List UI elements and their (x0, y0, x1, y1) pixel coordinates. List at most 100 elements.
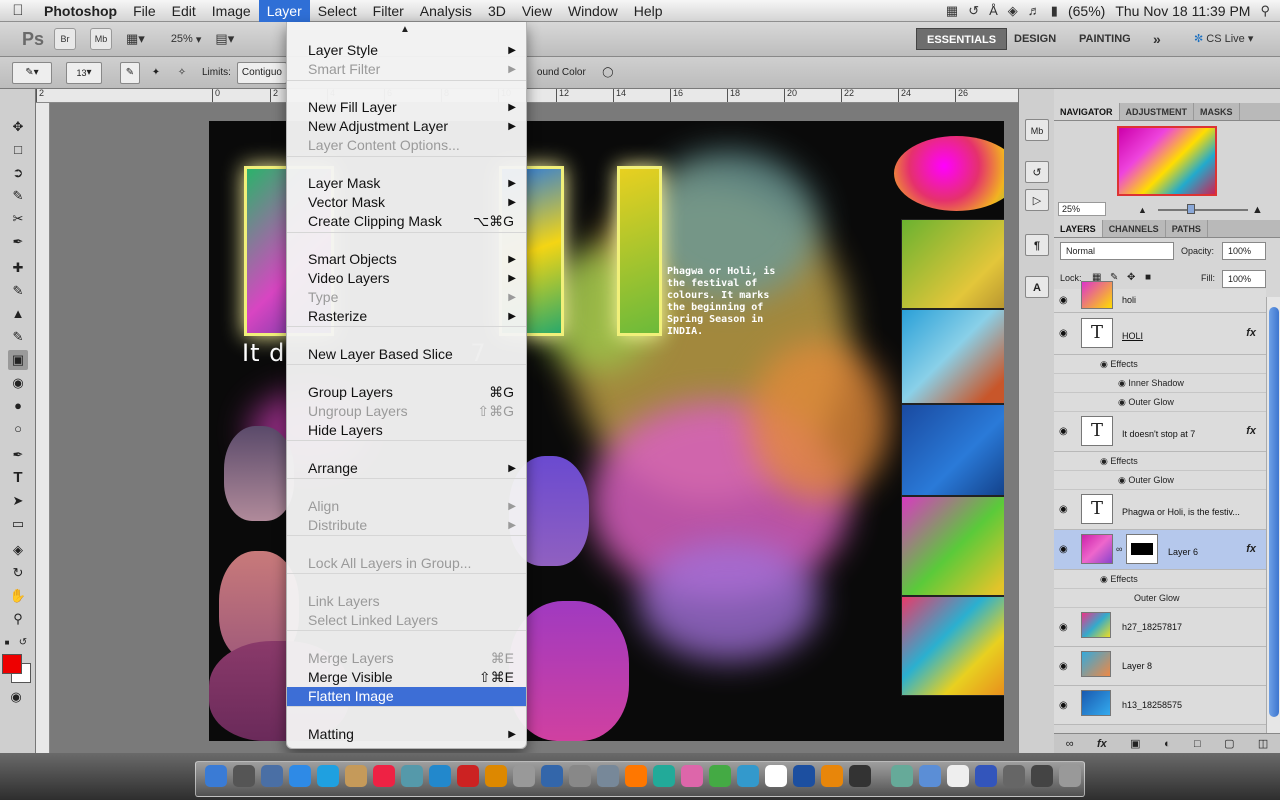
effect-row[interactable]: ◉ Outer Glow (1054, 393, 1266, 412)
menu-filter[interactable]: Filter (365, 0, 412, 22)
limits-select[interactable]: Contiguo (236, 61, 287, 84)
layer-menu-item-rasterize[interactable]: Rasterize ▶ (287, 307, 526, 326)
default-colors-icon[interactable]: ■ (2, 633, 12, 653)
menu-window[interactable]: Window (560, 0, 626, 22)
menu-3d[interactable]: 3D (480, 0, 514, 22)
character-panel-icon[interactable]: A (1025, 276, 1049, 298)
new-group-icon[interactable]: □ (1194, 738, 1201, 750)
navigator-thumbnail[interactable] (1117, 126, 1217, 196)
hand-tool-icon[interactable]: ✋ (8, 586, 28, 606)
menu-edit[interactable]: Edit (164, 0, 204, 22)
lasso-tool-icon[interactable]: ➲ (8, 163, 28, 183)
layer-row[interactable]: ◉ T It doesn't stop at 7 fx (1054, 412, 1266, 452)
visibility-eye-icon[interactable]: ◉ (1059, 700, 1068, 711)
layer-menu-item-new-layer-based-slice[interactable]: New Layer Based Slice (287, 345, 526, 364)
powerpoint-icon[interactable] (681, 765, 703, 787)
add-layer-style-icon[interactable]: fx (1097, 738, 1107, 750)
trash-icon[interactable] (1059, 765, 1081, 787)
app-menu[interactable]: Photoshop (36, 0, 125, 22)
layers-scrollbar-thumb[interactable] (1269, 307, 1279, 717)
mini-bridge-button[interactable]: Mb (90, 28, 112, 50)
blend-mode-select[interactable]: Normal (1060, 242, 1174, 260)
layer-menu-item-smart-objects[interactable]: Smart Objects ▶ (287, 250, 526, 269)
visibility-eye-icon[interactable]: ◉ (1059, 295, 1068, 306)
layer-menu-item-ungroup-layers[interactable]: Ungroup Layers ⇧⌘G (287, 402, 526, 421)
quick-mask-icon[interactable]: ◉ (6, 687, 26, 707)
layers-scrollbar[interactable] (1266, 297, 1280, 733)
brush-tool-icon[interactable]: ✎ (8, 281, 28, 301)
layer-menu-item-layer-style[interactable]: Layer Style ▶ (287, 41, 526, 60)
new-adjustment-layer-icon[interactable]: ◐ (1164, 738, 1171, 750)
opacity-field[interactable]: 100% (1222, 242, 1266, 260)
clone-stamp-tool-icon[interactable]: ▲ (8, 304, 28, 324)
effects-row[interactable]: ◉ Effects (1054, 570, 1266, 589)
iphoto-icon[interactable] (485, 765, 507, 787)
quick-selection-tool-icon[interactable]: ✎ (8, 186, 28, 206)
layer-name[interactable]: HOLI (1122, 331, 1247, 341)
layer-fx-icon[interactable]: fx (1246, 543, 1256, 555)
screen-icon[interactable] (1003, 765, 1025, 787)
system-preferences-icon[interactable] (597, 765, 619, 787)
arrange-documents-icon[interactable]: ▤▾ (215, 28, 234, 50)
workspace-essentials[interactable]: ESSENTIALS (916, 28, 1008, 50)
layer-row[interactable]: ◉ T Phagwa or Holi, is the festiv... (1054, 490, 1266, 530)
history-brush-tool-icon[interactable]: ✎ (8, 327, 28, 347)
effect-row[interactable]: Outer Glow (1054, 589, 1266, 608)
visibility-eye-icon[interactable]: ◉ (1059, 328, 1068, 339)
safari-icon[interactable] (289, 765, 311, 787)
effects-eye-icon[interactable]: ◉ (1100, 456, 1108, 466)
layer-fx-icon[interactable]: fx (1246, 425, 1256, 437)
layer-name[interactable]: holi (1122, 295, 1247, 305)
airbrush-icon[interactable]: ✧ (172, 62, 192, 84)
layer-row-selected[interactable]: ◉ ∞ Layer 6 fx (1054, 530, 1266, 570)
stack-icon[interactable] (1031, 765, 1053, 787)
layer-menu-item-distribute[interactable]: Distribute ▶ (287, 516, 526, 535)
zoom-slider-thumb[interactable] (1187, 204, 1195, 214)
paint-bucket-tool-icon[interactable]: ◉ (8, 373, 28, 393)
link-layers-icon[interactable]: ∞ (1066, 738, 1074, 750)
effects-row[interactable]: ◉ Effects (1054, 452, 1266, 471)
move-tool-icon[interactable]: ✥ (8, 117, 28, 137)
visibility-eye-icon[interactable]: ◉ (1059, 426, 1068, 437)
3d-orbit-tool-icon[interactable]: ↻ (8, 563, 28, 583)
layer-menu-item-hide-layers[interactable]: Hide Layers (287, 421, 526, 440)
menu-layer[interactable]: Layer (258, 0, 310, 22)
downloads-icon[interactable] (947, 765, 969, 787)
layer-row[interactable]: ◉ holi (1054, 281, 1266, 313)
dashcode-icon[interactable] (849, 765, 871, 787)
menu-analysis[interactable]: Analysis (412, 0, 480, 22)
history-panel-icon[interactable]: ↺ (1025, 161, 1049, 183)
layer-row[interactable]: ◉ h27_18257817 (1054, 608, 1266, 647)
foreground-color-swatch[interactable] (2, 654, 22, 674)
lock-position-icon[interactable]: ✥ (1127, 272, 1135, 283)
time-machine-dock-icon[interactable] (569, 765, 591, 787)
effect-eye-icon[interactable]: ◉ (1118, 378, 1126, 388)
layer-menu-item-layer-content-options[interactable]: Layer Content Options... (287, 136, 526, 155)
dashboard-icon[interactable] (233, 765, 255, 787)
layer-row[interactable]: ◉ h13_18258575 (1054, 686, 1266, 725)
layer-menu-item-layer-mask[interactable]: Layer Mask ▶ (287, 174, 526, 193)
layer-name[interactable]: It doesn't stop at 7 (1122, 429, 1247, 439)
ical-icon[interactable] (373, 765, 395, 787)
navigator-zoom-field[interactable]: 25% (1058, 202, 1106, 216)
effects-eye-icon[interactable]: ◉ (1100, 574, 1108, 584)
layer-name[interactable]: Layer 6 (1168, 547, 1238, 557)
effect-eye-icon[interactable]: ◉ (1118, 397, 1126, 407)
zoom-out-icon[interactable]: ▲ (1138, 205, 1147, 215)
photo-booth-icon[interactable] (457, 765, 479, 787)
tool-preset-picker[interactable]: ✎ ▾ (12, 61, 52, 84)
excel-icon[interactable] (765, 765, 787, 787)
visibility-eye-icon[interactable]: ◉ (1059, 622, 1068, 633)
visibility-eye-icon[interactable]: ◉ (1059, 544, 1068, 555)
tab-navigator[interactable]: NAVIGATOR (1054, 103, 1120, 120)
layer-name[interactable]: Layer 8 (1122, 661, 1247, 671)
paragraph-panel-icon[interactable]: ¶ (1025, 234, 1049, 256)
tab-masks[interactable]: MASKS (1194, 103, 1240, 120)
layer-menu-item-group-layers[interactable]: Group Layers ⌘G (287, 383, 526, 402)
layer-menu-item-merge-layers[interactable]: Merge Layers ⌘E (287, 649, 526, 668)
add-layer-mask-icon[interactable]: ▣ (1130, 737, 1140, 750)
bluetooth-icon[interactable]: Å (989, 3, 998, 18)
visibility-eye-icon[interactable]: ◉ (1059, 504, 1068, 515)
brush-panel-toggle[interactable]: ✎ (120, 61, 140, 84)
menu-help[interactable]: Help (626, 0, 671, 22)
